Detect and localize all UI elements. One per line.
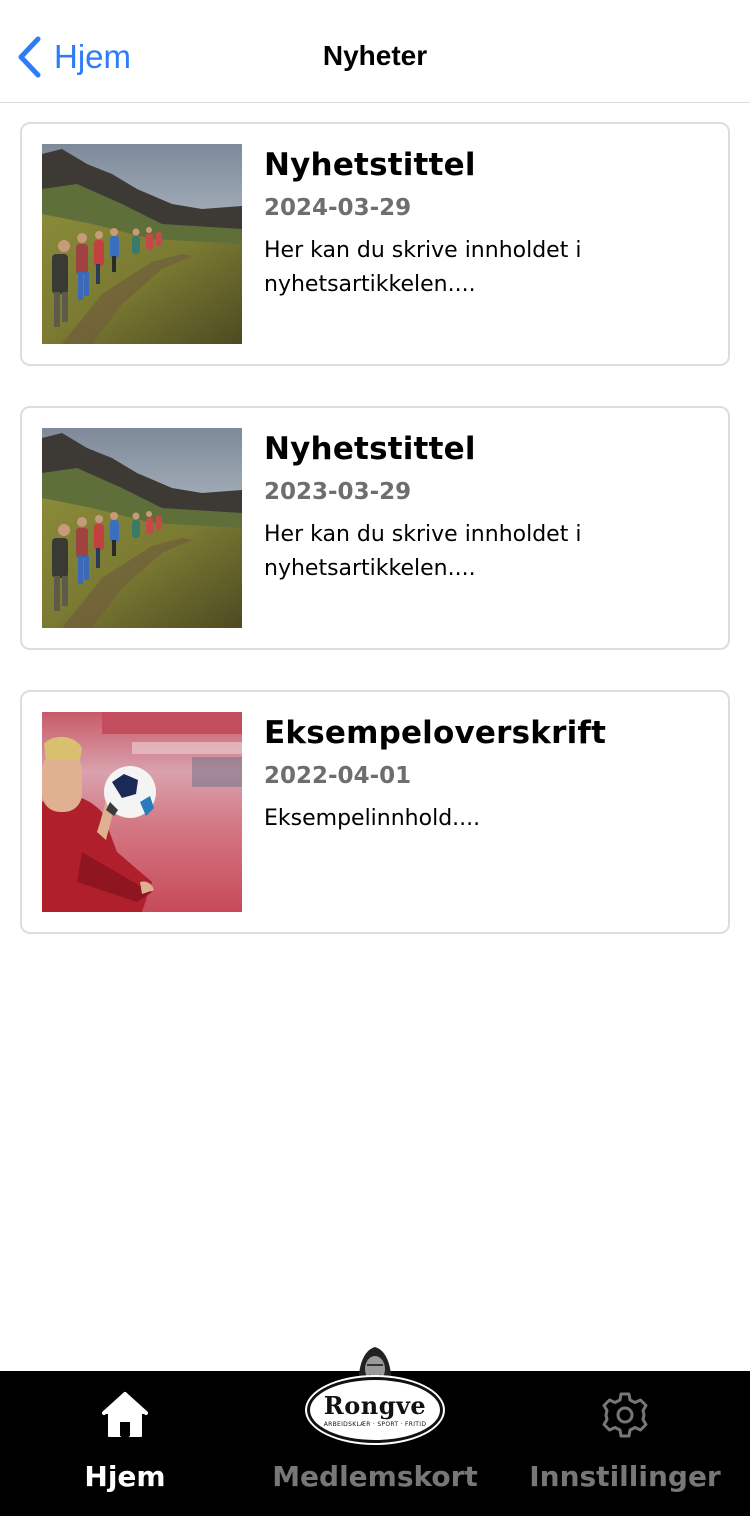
news-title: Nyhetstittel	[264, 147, 476, 183]
news-screen: Hjem Nyheter Nyhetstittel 2024-03-29 Her…	[0, 0, 750, 1516]
bottom-tab-bar: Hjem Rongve ARBEIDSKLÆR · SPORT · FRITID…	[0, 1347, 750, 1516]
news-date: 2024-03-29	[264, 195, 412, 221]
tab-settings[interactable]: Innstillinger	[500, 1371, 750, 1516]
news-title: Nyhetstittel	[264, 431, 476, 467]
news-text: Nyhetstittel 2024-03-29 Her kan du skriv…	[264, 146, 708, 302]
navigation-header: Hjem Nyheter	[0, 0, 750, 103]
tab-settings-label: Innstillinger	[529, 1460, 721, 1493]
news-title: Eksempeloverskrift	[264, 715, 607, 751]
news-card[interactable]: Nyhetstittel 2023-03-29 Her kan du skriv…	[20, 406, 730, 650]
news-text: Eksempeloverskrift 2022-04-01 Eksempelin…	[264, 714, 708, 836]
tab-home-label: Hjem	[84, 1460, 166, 1493]
news-body: Eksempelinnhold....	[264, 806, 481, 831]
news-text: Nyhetstittel 2023-03-29 Her kan du skriv…	[264, 430, 708, 586]
news-card[interactable]: Eksempeloverskrift 2022-04-01 Eksempelin…	[20, 690, 730, 934]
hikers-image	[42, 428, 242, 628]
news-image-hikers	[42, 144, 242, 344]
news-body: Her kan du skrive innholdet i nyhetsarti…	[264, 238, 582, 297]
news-date: 2023-03-29	[264, 479, 412, 505]
news-card[interactable]: Nyhetstittel 2024-03-29 Her kan du skriv…	[20, 122, 730, 366]
gear-icon	[602, 1392, 648, 1438]
news-body: Her kan du skrive innholdet i nyhetsarti…	[264, 522, 582, 581]
logo-text: Rongve	[323, 1391, 427, 1420]
news-image-football	[42, 712, 242, 912]
football-player-image	[42, 712, 242, 912]
hikers-image	[42, 144, 242, 344]
tab-membership-card-label: Medlemskort	[272, 1460, 478, 1493]
home-icon	[102, 1392, 148, 1437]
rongve-logo: Rongve ARBEIDSKLÆR · SPORT · FRITID	[305, 1343, 445, 1443]
news-image-hikers	[42, 428, 242, 628]
news-list: Nyhetstittel 2024-03-29 Her kan du skriv…	[20, 122, 730, 974]
tab-home[interactable]: Hjem	[0, 1371, 250, 1516]
logo-subtext: ARBEIDSKLÆR · SPORT · FRITID	[323, 1421, 427, 1428]
page-title: Nyheter	[322, 40, 428, 71]
tab-membership-card[interactable]: Rongve ARBEIDSKLÆR · SPORT · FRITID Medl…	[250, 1347, 500, 1516]
news-date: 2022-04-01	[264, 763, 412, 789]
